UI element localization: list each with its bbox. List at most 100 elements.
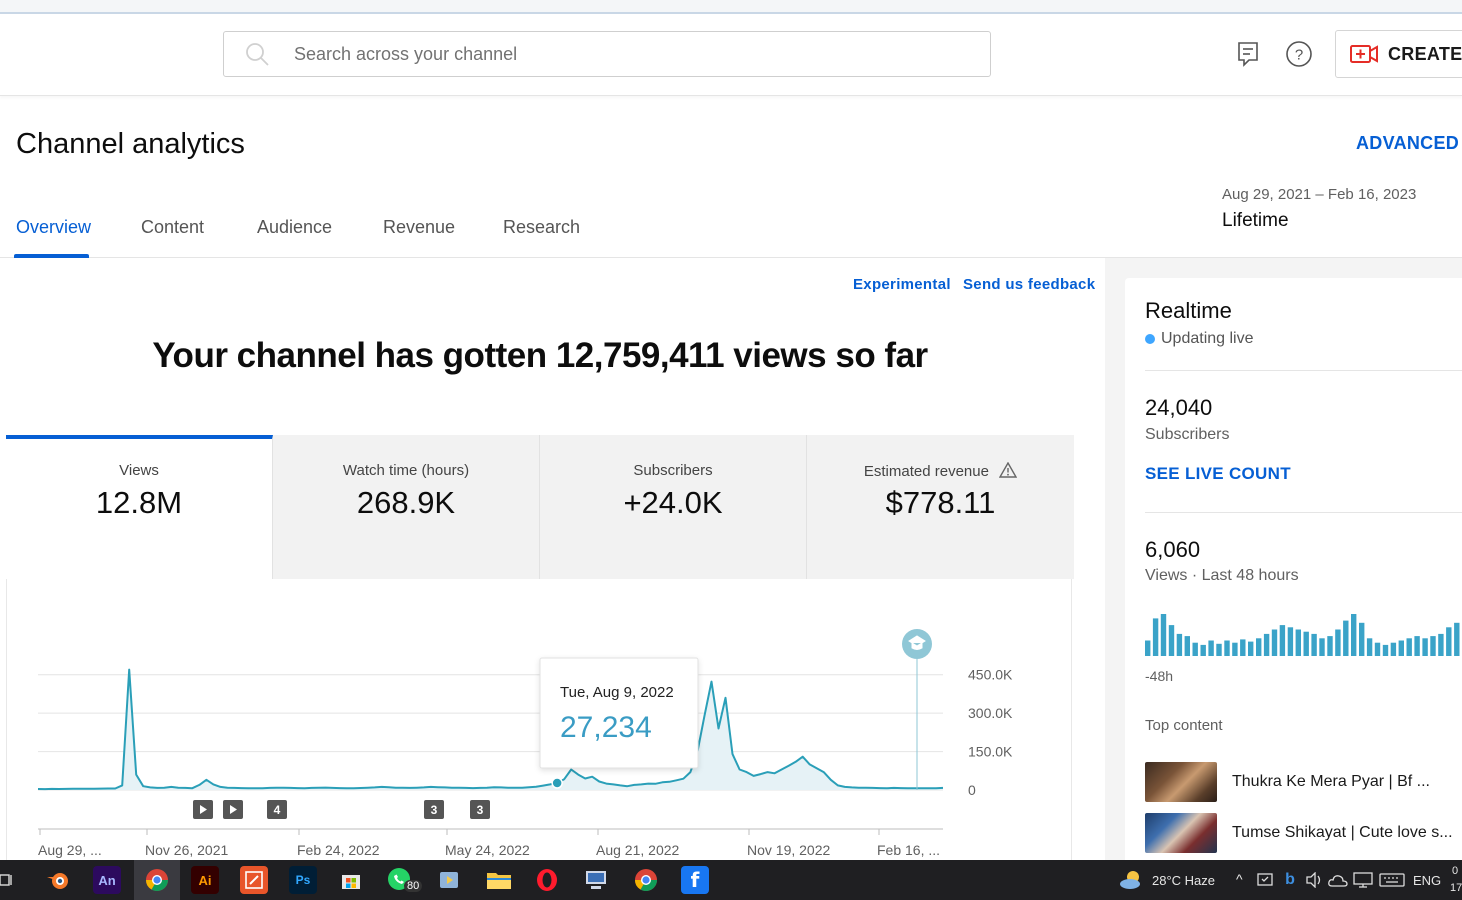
feedback-icon[interactable]	[1232, 38, 1264, 70]
x-tick-label: Feb 16, ...	[877, 842, 940, 858]
tab-content[interactable]: Content	[141, 217, 204, 238]
x-tick-label: Aug 29, ...	[38, 842, 102, 858]
realtime-bar[interactable]	[1327, 636, 1333, 656]
realtime-bar[interactable]	[1176, 633, 1183, 656]
file-explorer-icon[interactable]	[485, 866, 513, 894]
realtime-bar[interactable]	[1454, 622, 1460, 656]
see-live-count-link[interactable]: SEE LIVE COUNT	[1145, 464, 1291, 484]
paint-app-icon[interactable]	[240, 866, 268, 894]
language-indicator[interactable]: ENG	[1413, 873, 1441, 888]
display-icon[interactable]	[1351, 866, 1375, 894]
onedrive-icon[interactable]	[1327, 866, 1349, 894]
realtime-bar[interactable]	[1303, 631, 1309, 656]
realtime-subscribers-value: 24,040	[1145, 395, 1213, 420]
realtime-bar[interactable]	[1311, 633, 1317, 656]
chrome-app-icon[interactable]	[134, 860, 180, 900]
search-box[interactable]	[223, 31, 991, 77]
realtime-bar[interactable]	[1359, 622, 1365, 656]
metric-cards: Views 12.8M Watch time (hours) 268.9K Su…	[6, 435, 1074, 579]
bing-icon[interactable]: b	[1280, 866, 1300, 894]
media-player-icon[interactable]	[435, 866, 463, 894]
realtime-bar[interactable]	[1422, 638, 1428, 656]
realtime-bar[interactable]	[1319, 638, 1325, 656]
store-app-icon[interactable]	[337, 866, 365, 894]
realtime-bar[interactable]	[1335, 629, 1341, 657]
studio-header: ? CREATE	[0, 14, 1462, 96]
video-title[interactable]: Tumse Shikayat | Cute love s...	[1232, 824, 1453, 842]
tray-security-icon[interactable]	[1254, 866, 1276, 894]
metric-card-watch-time[interactable]: Watch time (hours) 268.9K	[273, 435, 540, 579]
blender-app-icon[interactable]	[44, 866, 72, 894]
realtime-status-text: Updating live	[1161, 330, 1254, 347]
create-label: CREATE	[1388, 43, 1462, 64]
metric-value: +24.0K	[623, 485, 723, 520]
realtime-bar[interactable]	[1414, 636, 1420, 656]
animate-app-icon[interactable]: An	[93, 866, 121, 894]
realtime-bar[interactable]	[1184, 636, 1190, 656]
realtime-bar[interactable]	[1232, 642, 1238, 656]
views-line-chart: 450.0K 300.0K 150.0K 0 Aug 29, ... Nov 26, 20…	[37, 629, 1013, 858]
video-thumbnail[interactable]	[1145, 762, 1217, 802]
realtime-bar[interactable]	[1208, 640, 1214, 657]
volume-icon[interactable]	[1303, 866, 1325, 894]
video-title[interactable]: Thukra Ke Mera Pyar | Bf ...	[1232, 773, 1430, 791]
realtime-bar[interactable]	[1240, 639, 1246, 656]
network-app-icon[interactable]	[582, 866, 610, 894]
realtime-bar[interactable]	[1374, 642, 1381, 656]
realtime-bar[interactable]	[1152, 618, 1159, 656]
metric-card-views[interactable]: Views 12.8M	[6, 435, 273, 579]
realtime-bar[interactable]	[1343, 620, 1349, 656]
chevron-up-icon[interactable]: ^	[1236, 871, 1243, 887]
realtime-bar[interactable]	[1145, 640, 1151, 657]
tab-overview[interactable]: Overview	[16, 217, 91, 238]
send-feedback-link[interactable]: Send us feedback	[963, 276, 1095, 293]
weather-text[interactable]: 28°C Haze	[1152, 873, 1215, 888]
photoshop-app-icon[interactable]: Ps	[289, 866, 317, 894]
realtime-bar[interactable]	[1224, 640, 1230, 657]
realtime-bar[interactable]	[1287, 627, 1294, 656]
task-view-icon[interactable]	[0, 866, 14, 894]
tab-revenue[interactable]: Revenue	[383, 217, 455, 238]
search-icon	[246, 43, 269, 66]
realtime-bar[interactable]	[1366, 638, 1373, 656]
realtime-bar-chart[interactable]	[1145, 606, 1462, 656]
realtime-bar[interactable]	[1160, 614, 1167, 656]
realtime-bar[interactable]	[1390, 642, 1397, 656]
chrome-profile-icon[interactable]	[632, 866, 660, 894]
realtime-bar[interactable]	[1200, 644, 1206, 656]
realtime-bar[interactable]	[1192, 642, 1198, 656]
illustrator-app-icon[interactable]: Ai	[191, 866, 219, 894]
realtime-bar[interactable]	[1438, 633, 1444, 656]
metric-card-revenue[interactable]: Estimated revenue $778.11	[807, 435, 1074, 579]
help-icon[interactable]: ?	[1283, 38, 1315, 70]
clock-time[interactable]: 0	[1452, 865, 1458, 877]
realtime-bar[interactable]	[1263, 633, 1270, 656]
opera-app-icon[interactable]	[533, 866, 561, 894]
advanced-mode-link[interactable]: ADVANCED M	[1356, 133, 1462, 154]
realtime-bar[interactable]	[1446, 627, 1452, 656]
realtime-bar[interactable]	[1382, 644, 1389, 656]
realtime-bar[interactable]	[1256, 638, 1262, 656]
realtime-bar[interactable]	[1279, 625, 1286, 656]
metric-card-subscribers[interactable]: Subscribers +24.0K	[540, 435, 807, 579]
realtime-bar[interactable]	[1248, 641, 1254, 656]
tab-audience[interactable]: Audience	[257, 217, 332, 238]
top-content-item[interactable]: Thukra Ke Mera Pyar | Bf ...	[1145, 761, 1462, 803]
experimental-link[interactable]: Experimental	[853, 276, 951, 293]
realtime-bar[interactable]	[1295, 629, 1301, 657]
realtime-bar[interactable]	[1271, 629, 1278, 657]
realtime-bar[interactable]	[1398, 640, 1404, 657]
top-content-item[interactable]: Tumse Shikayat | Cute love s...	[1145, 812, 1462, 854]
create-button[interactable]: CREATE	[1335, 30, 1462, 78]
keyboard-icon[interactable]	[1378, 866, 1406, 894]
realtime-bar[interactable]	[1406, 638, 1412, 656]
clock-date[interactable]: 17	[1450, 882, 1462, 894]
realtime-bar[interactable]	[1216, 643, 1222, 656]
realtime-bar[interactable]	[1351, 614, 1357, 656]
search-input[interactable]	[294, 43, 894, 65]
tab-research[interactable]: Research	[503, 217, 580, 238]
realtime-bar[interactable]	[1430, 636, 1436, 656]
video-thumbnail[interactable]	[1145, 813, 1217, 853]
facebook-app-icon[interactable]: f	[681, 866, 709, 894]
realtime-bar[interactable]	[1168, 625, 1175, 656]
